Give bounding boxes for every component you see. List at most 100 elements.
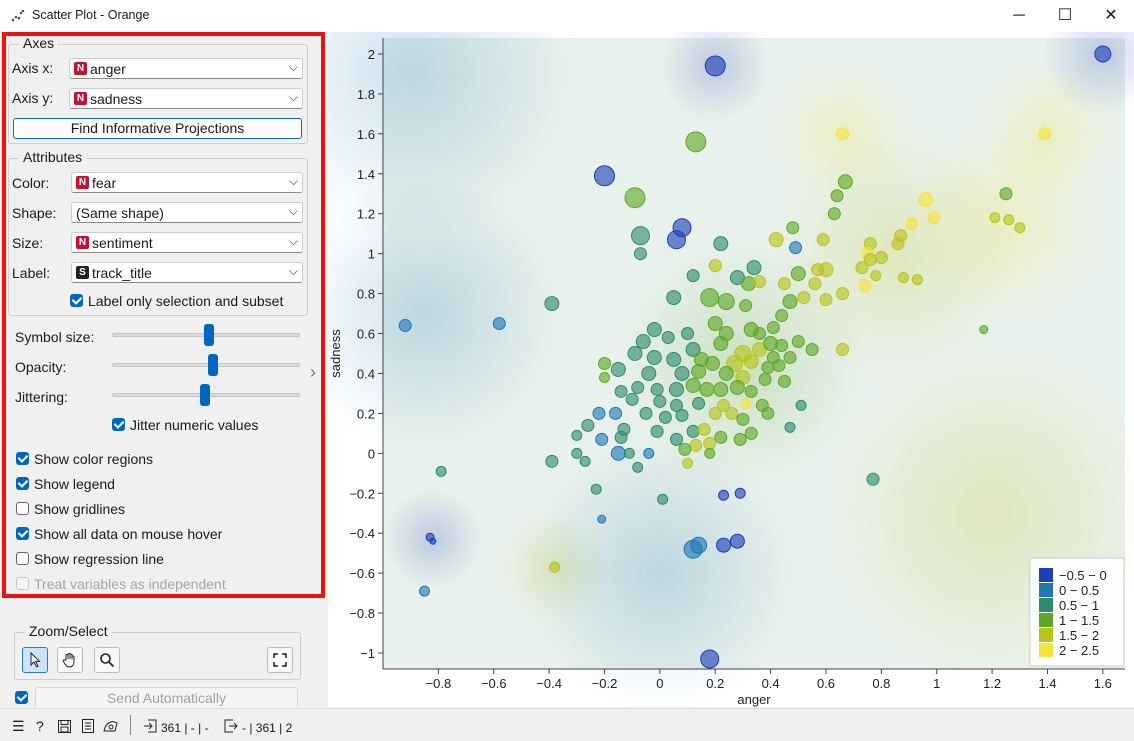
data-point[interactable]	[836, 343, 850, 357]
data-point[interactable]	[697, 422, 711, 436]
collapse-panel-arrow-icon[interactable]: ›	[310, 362, 316, 383]
axis-x-combo[interactable]: N anger ⌵	[69, 58, 303, 79]
data-point[interactable]	[772, 358, 786, 372]
data-point[interactable]	[666, 290, 682, 306]
data-point[interactable]	[669, 432, 683, 446]
data-point[interactable]	[927, 211, 941, 225]
help-icon[interactable]: ?	[36, 718, 44, 734]
minimize-button[interactable]: ─	[996, 0, 1042, 32]
data-point[interactable]	[650, 424, 664, 438]
data-point[interactable]	[544, 296, 560, 312]
data-point[interactable]	[775, 309, 789, 323]
data-point[interactable]	[789, 241, 803, 255]
data-point[interactable]	[704, 55, 726, 77]
show-color-regions-checkbox[interactable]	[16, 452, 29, 465]
data-point[interactable]	[729, 379, 745, 395]
data-point[interactable]	[734, 487, 746, 499]
data-point[interactable]	[692, 396, 706, 410]
show-regression-checkbox[interactable]	[16, 552, 29, 565]
data-point[interactable]	[691, 363, 707, 379]
data-point[interactable]	[623, 447, 635, 459]
data-point[interactable]	[661, 331, 675, 345]
data-point[interactable]	[704, 355, 720, 371]
close-button[interactable]: ✕	[1088, 0, 1134, 32]
data-point[interactable]	[786, 221, 800, 235]
data-point[interactable]	[639, 406, 653, 420]
data-point[interactable]	[858, 279, 872, 293]
data-point[interactable]	[830, 189, 844, 203]
data-point[interactable]	[666, 351, 682, 367]
data-point[interactable]	[429, 537, 437, 545]
data-point[interactable]	[625, 392, 639, 406]
data-point[interactable]	[545, 454, 559, 468]
data-point[interactable]	[782, 294, 798, 310]
data-point[interactable]	[595, 432, 609, 446]
data-point[interactable]	[716, 537, 732, 553]
data-point[interactable]	[729, 533, 745, 549]
data-point[interactable]	[866, 472, 880, 486]
data-point[interactable]	[597, 514, 607, 524]
data-point[interactable]	[614, 430, 628, 444]
data-point[interactable]	[571, 447, 583, 459]
data-point[interactable]	[624, 187, 646, 209]
data-point[interactable]	[681, 327, 695, 341]
data-point[interactable]	[593, 165, 615, 187]
data-point[interactable]	[775, 339, 789, 353]
data-point[interactable]	[549, 561, 561, 573]
show-gridlines-checkbox[interactable]	[16, 502, 29, 515]
data-point[interactable]	[492, 317, 506, 331]
data-point[interactable]	[610, 361, 626, 377]
data-point[interactable]	[682, 457, 694, 469]
data-point[interactable]	[777, 374, 791, 388]
data-point[interactable]	[795, 399, 807, 411]
data-point[interactable]	[736, 412, 750, 426]
screenshot-icon[interactable]	[103, 719, 119, 733]
data-point[interactable]	[758, 372, 772, 386]
data-point[interactable]	[791, 335, 805, 349]
data-point[interactable]	[761, 360, 775, 374]
data-point[interactable]	[717, 293, 735, 311]
data-point[interactable]	[598, 371, 610, 383]
size-combo[interactable]: N sentiment ⌵	[71, 232, 303, 253]
data-point[interactable]	[891, 237, 905, 251]
data-point[interactable]	[435, 465, 447, 477]
data-point[interactable]	[641, 365, 657, 381]
data-point[interactable]	[689, 438, 703, 452]
opacity-slider-handle[interactable]	[207, 354, 218, 376]
data-point[interactable]	[713, 381, 729, 397]
opacity-track[interactable]	[112, 363, 300, 367]
show-legend-checkbox[interactable]	[16, 477, 29, 490]
plot-area[interactable]: −0.8 −0.6 −0.4 −0.2 0 0.2 0.4 0.6 0.8 1 1.2 1.4 1.6 2…	[244, 0, 1134, 712]
data-point[interactable]	[646, 349, 662, 365]
data-point[interactable]	[999, 187, 1013, 201]
data-point[interactable]	[911, 274, 923, 286]
data-point[interactable]	[714, 430, 728, 444]
data-point[interactable]	[678, 442, 692, 456]
data-point[interactable]	[699, 381, 715, 397]
data-point[interactable]	[713, 236, 729, 252]
data-point[interactable]	[816, 233, 830, 247]
data-point[interactable]	[668, 381, 684, 397]
data-point[interactable]	[713, 336, 729, 352]
data-point[interactable]	[777, 277, 791, 291]
data-point[interactable]	[979, 325, 989, 335]
data-point[interactable]	[690, 536, 708, 554]
data-point[interactable]	[740, 397, 752, 409]
pan-tool-button[interactable]	[57, 647, 83, 673]
data-point[interactable]	[590, 483, 602, 495]
data-point[interactable]	[614, 384, 628, 398]
data-point[interactable]	[898, 272, 910, 284]
data-point[interactable]	[650, 382, 664, 396]
data-point[interactable]	[746, 260, 762, 276]
data-point[interactable]	[597, 356, 611, 370]
data-point[interactable]	[739, 299, 753, 313]
data-point[interactable]	[836, 287, 850, 301]
jittering-slider-handle[interactable]	[200, 384, 211, 406]
show-all-data-checkbox[interactable]	[16, 527, 29, 540]
data-point[interactable]	[783, 350, 797, 364]
data-point[interactable]	[708, 406, 722, 420]
data-point[interactable]	[768, 232, 784, 248]
data-point[interactable]	[630, 226, 650, 246]
data-point[interactable]	[631, 380, 645, 394]
data-point[interactable]	[419, 585, 431, 597]
